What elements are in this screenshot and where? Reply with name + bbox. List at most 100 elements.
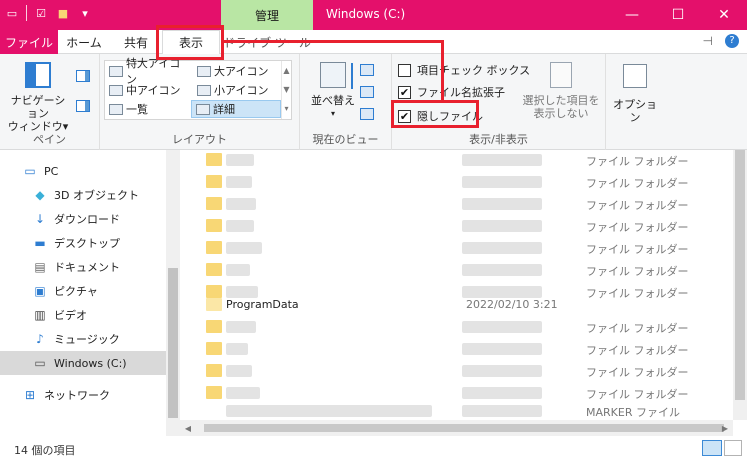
folder-icon xyxy=(206,386,222,399)
nav-item-videos[interactable]: ▥ ビデオ xyxy=(0,303,166,327)
customize-dropdown-icon[interactable]: ▾ xyxy=(77,5,93,21)
maximize-button[interactable]: ☐ xyxy=(655,0,701,30)
file-type: ファイル フォルダー xyxy=(586,322,689,335)
sort-by-button[interactable]: 並べ替え ▾ xyxy=(308,62,358,120)
file-extensions-toggle[interactable]: ✔ ファイル名拡張子 xyxy=(398,84,505,100)
status-bar: 14 個の項目 xyxy=(0,436,747,460)
file-row[interactable]: ファイル フォルダー xyxy=(180,237,733,259)
show-hide-group-label: 表示/非表示 xyxy=(469,133,528,146)
layout-extra-large-icons[interactable]: 特大アイコン xyxy=(105,57,191,86)
navigation-pane-scroll-thumb[interactable] xyxy=(168,268,178,418)
layout-group-label: レイアウト xyxy=(172,133,227,146)
file-extensions-checkbox[interactable]: ✔ xyxy=(398,85,411,99)
nav-item-label: デスクトップ xyxy=(54,237,120,250)
add-columns-icon[interactable] xyxy=(360,86,374,98)
redacted-date xyxy=(462,321,542,333)
navigation-pane-button[interactable]: ナビゲーション ウィンドウ▾ xyxy=(6,62,70,133)
redacted-name xyxy=(226,220,254,232)
help-icon[interactable]: ? xyxy=(725,34,739,48)
desktop-icon: ▬ xyxy=(34,236,46,250)
horizontal-scroll-thumb[interactable] xyxy=(204,424,724,432)
layout-large-icons[interactable]: 大アイコン xyxy=(193,62,279,80)
file-row[interactable]: ファイル フォルダー xyxy=(180,259,733,281)
redacted-date xyxy=(462,198,542,210)
nav-item-music[interactable]: ♪ ミュージック xyxy=(0,327,166,351)
navigation-pane-scrollbar[interactable] xyxy=(166,150,180,436)
file-list-horizontal-scrollbar[interactable]: ◀ ▶ xyxy=(180,420,733,436)
folder-icon xyxy=(206,364,222,377)
drive-icon[interactable]: ▭ xyxy=(4,5,20,21)
size-columns-icon[interactable] xyxy=(360,108,374,120)
close-button[interactable]: ✕ xyxy=(701,0,747,30)
sort-by-label: 並べ替え xyxy=(311,94,355,107)
redacted-date xyxy=(462,343,542,355)
file-row[interactable]: ファイル フォルダー xyxy=(180,193,733,215)
nav-item-label: ダウンロード xyxy=(54,213,120,226)
layout-small-icons[interactable]: 小アイコン xyxy=(193,81,279,99)
redacted-name xyxy=(226,343,248,355)
folder-icon xyxy=(206,219,222,232)
pictures-icon: ▣ xyxy=(34,284,46,298)
file-list: ファイル フォルダー ファイル フォルダー ファイル フォルダー ファイル フォ… xyxy=(180,150,733,420)
nav-item-windows-c[interactable]: ▭ Windows (C:) xyxy=(0,351,166,375)
large-icons-view-button[interactable] xyxy=(724,440,742,456)
layout-gallery-scroll[interactable]: ▲ ▼ ▾ xyxy=(281,61,291,119)
tab-share[interactable]: 共有 xyxy=(112,30,160,54)
nav-item-network[interactable]: ⊞ ネットワーク xyxy=(0,383,166,407)
nav-item-downloads[interactable]: ↓ ダウンロード xyxy=(0,207,166,231)
navigation-pane: ▭ PC ◆ 3D オブジェクト ↓ ダウンロード ▬ デスクトップ ▤ ドキュ… xyxy=(0,150,180,436)
3d-objects-icon: ◆ xyxy=(35,188,45,202)
file-row[interactable]: ファイル フォルダー xyxy=(180,150,733,171)
redacted-name xyxy=(226,365,252,377)
tab-file[interactable]: ファイル xyxy=(0,30,58,54)
current-view-group-label: 現在のビュー xyxy=(312,133,379,146)
nav-item-desktop[interactable]: ▬ デスクトップ xyxy=(0,231,166,255)
folder-icon xyxy=(206,263,222,276)
medium-icons-icon xyxy=(109,84,123,96)
details-pane-icon[interactable] xyxy=(76,100,90,112)
new-folder-icon[interactable]: ■ xyxy=(55,5,71,21)
pin-icon[interactable]: ⊣ xyxy=(703,34,713,48)
nav-item-documents[interactable]: ▤ ドキュメント xyxy=(0,255,166,279)
folder-icon xyxy=(206,320,222,333)
nav-item-label: ネットワーク xyxy=(44,389,110,402)
options-button[interactable]: オプション xyxy=(610,64,660,124)
file-row[interactable]: ファイル フォルダー xyxy=(180,316,733,338)
file-list-vertical-scrollbar[interactable] xyxy=(733,150,747,420)
layout-medium-icons[interactable]: 中アイコン xyxy=(105,81,191,99)
music-icon: ♪ xyxy=(36,332,44,346)
minimize-button[interactable]: — xyxy=(609,0,655,30)
nav-item-label: ビデオ xyxy=(54,309,87,322)
file-row[interactable]: ファイル フォルダー xyxy=(180,215,733,237)
file-type: ファイル フォルダー xyxy=(586,366,689,379)
redacted-date xyxy=(462,242,542,254)
file-row[interactable]: ファイル フォルダー xyxy=(180,360,733,382)
group-by-icon[interactable] xyxy=(360,64,374,76)
file-type: ファイル フォルダー xyxy=(586,243,689,256)
hide-selected-items-button[interactable]: 選択した項目を 表示しない xyxy=(520,62,602,120)
downloads-icon: ↓ xyxy=(34,212,46,226)
scroll-left-icon[interactable]: ◀ xyxy=(180,420,196,436)
nav-item-3d-objects[interactable]: ◆ 3D オブジェクト xyxy=(0,183,166,207)
file-row-programdata[interactable]: ProgramData 2022/02/10 3:21 xyxy=(180,294,733,316)
nav-item-pc[interactable]: ▭ PC xyxy=(0,159,166,183)
details-view-button[interactable] xyxy=(702,440,722,456)
file-row[interactable]: ファイル フォルダー xyxy=(180,338,733,360)
file-list-scroll-thumb[interactable] xyxy=(735,150,745,400)
item-checkboxes-toggle[interactable]: 項目チェック ボックス xyxy=(398,62,530,78)
layout-item-label: 一覧 xyxy=(126,103,148,116)
file-row-marker[interactable]: MARKER ファイル xyxy=(180,400,733,420)
nav-item-pictures[interactable]: ▣ ピクチャ xyxy=(0,279,166,303)
scroll-right-icon[interactable]: ▶ xyxy=(717,420,733,436)
item-checkboxes-checkbox[interactable] xyxy=(398,63,411,77)
properties-icon[interactable]: ☑ xyxy=(33,5,49,21)
layout-item-label: 大アイコン xyxy=(214,65,269,78)
layout-details[interactable]: 詳細 xyxy=(191,100,281,118)
redacted-date xyxy=(462,405,542,417)
tab-home[interactable]: ホーム xyxy=(58,30,110,54)
file-row[interactable]: ファイル フォルダー xyxy=(180,171,733,193)
preview-pane-icon[interactable] xyxy=(76,70,90,82)
annotation-connector-horizontal xyxy=(224,40,444,43)
layout-list[interactable]: 一覧 xyxy=(105,100,191,118)
hide-selected-label-2: 表示しない xyxy=(533,107,589,120)
